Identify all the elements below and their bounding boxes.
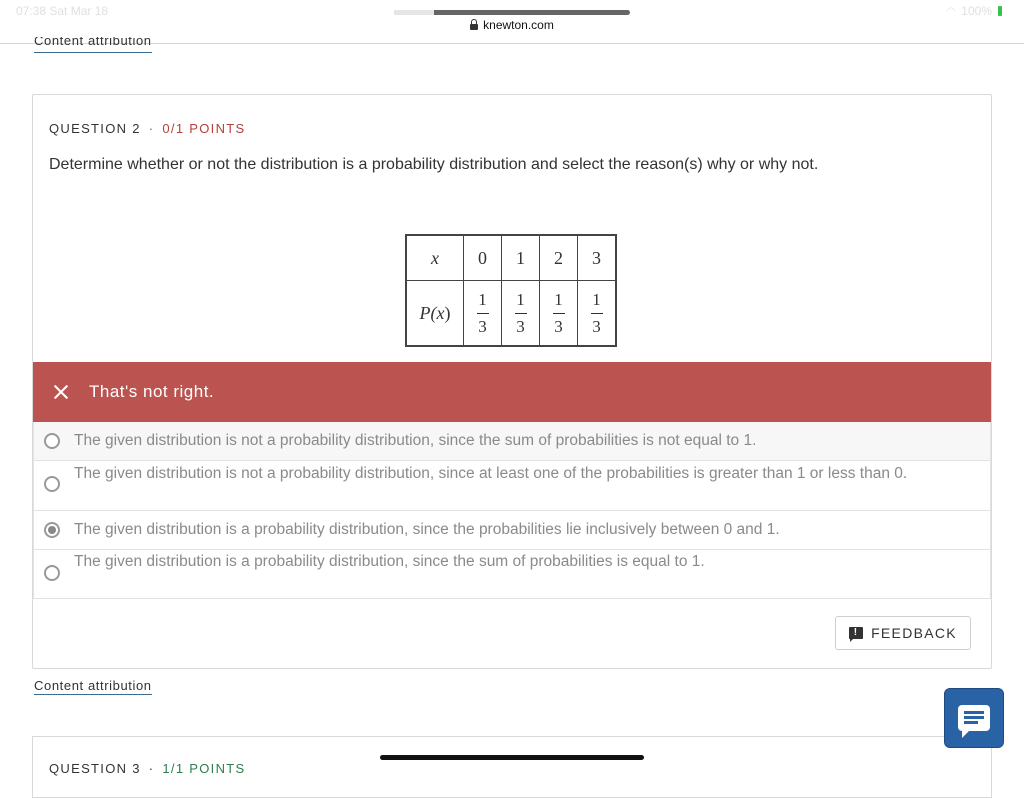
table-row-p: P(x) 13 13 13 13: [405, 280, 617, 347]
distribution-table: x 0 1 2 3 P(x) 13 13 13 13: [405, 234, 617, 347]
wifi-icon: ◠: [946, 5, 956, 17]
option-text: The given distribution is not a probabil…: [74, 432, 757, 449]
question-card: QUESTION 2 · 0/1 POINTS Determine whether …: [32, 94, 992, 669]
radio-button-selected[interactable]: [44, 522, 60, 538]
table-row-x: x 0 1 2 3: [405, 234, 617, 281]
address-bar[interactable]: knewton.com: [0, 18, 1024, 32]
question-3-header: QUESTION 3 · 1/1 POINTS: [49, 761, 245, 776]
chrome-divider: [0, 43, 1024, 44]
question-points: 0/1 POINTS: [162, 121, 246, 136]
battery-icon: [998, 6, 1002, 16]
answer-option-3[interactable]: The given distribution is a probability …: [34, 511, 990, 550]
error-banner: That's not right.: [33, 362, 991, 422]
content-attribution-link[interactable]: Content attribution: [34, 678, 152, 695]
header-separator: ·: [148, 761, 155, 776]
question-prompt: Determine whether or not the distributio…: [49, 156, 819, 173]
radio-button[interactable]: [44, 476, 60, 492]
answer-options: The given distribution is not a probabil…: [33, 422, 991, 599]
answer-option-2[interactable]: The given distribution is not a probabil…: [34, 461, 990, 511]
p-value-3: 13: [577, 280, 617, 347]
content-attribution-link-top[interactable]: Content attribution: [34, 37, 152, 53]
question-3-points: 1/1 POINTS: [162, 761, 246, 776]
question-label: QUESTION 2: [49, 121, 141, 136]
x-header: x: [405, 234, 464, 281]
p-value-2: 13: [539, 280, 578, 347]
x-value-0: 0: [463, 234, 502, 281]
radio-button[interactable]: [44, 565, 60, 581]
question-header: QUESTION 2 · 0/1 POINTS: [49, 121, 245, 136]
x-value-2: 2: [539, 234, 578, 281]
option-text: The given distribution is a probability …: [74, 553, 705, 570]
status-time: 07:38 Sat Mar 18: [16, 4, 109, 18]
url-text: knewton.com: [483, 18, 554, 32]
answer-option-1[interactable]: The given distribution is not a probabil…: [34, 422, 990, 461]
banner-text: That's not right.: [89, 382, 215, 401]
close-icon: [53, 384, 69, 400]
question-card-next: QUESTION 3 · 1/1 POINTS: [32, 736, 992, 798]
chat-button[interactable]: [944, 688, 1004, 748]
radio-button[interactable]: [44, 433, 60, 449]
status-right: ◠ 100%: [947, 4, 1002, 18]
lock-icon: [470, 18, 479, 30]
home-indicator[interactable]: [380, 755, 644, 760]
battery-percent: 100%: [961, 4, 992, 18]
p-value-1: 13: [501, 280, 540, 347]
multitasking-handle[interactable]: [394, 10, 630, 15]
feedback-button[interactable]: ! FEEDBACK: [835, 616, 971, 650]
p-value-0: 13: [463, 280, 502, 347]
chat-icon: [958, 705, 990, 738]
question-3-label: QUESTION 3: [49, 761, 141, 776]
option-text: The given distribution is a probability …: [74, 521, 780, 538]
header-separator: ·: [148, 121, 155, 136]
option-text: The given distribution is not a probabil…: [74, 465, 908, 482]
p-header: P(x): [405, 280, 464, 347]
answer-option-4[interactable]: The given distribution is a probability …: [34, 550, 990, 598]
feedback-label: FEEDBACK: [871, 625, 957, 641]
x-value-1: 1: [501, 234, 540, 281]
x-value-3: 3: [577, 234, 617, 281]
feedback-icon: !: [849, 627, 864, 642]
